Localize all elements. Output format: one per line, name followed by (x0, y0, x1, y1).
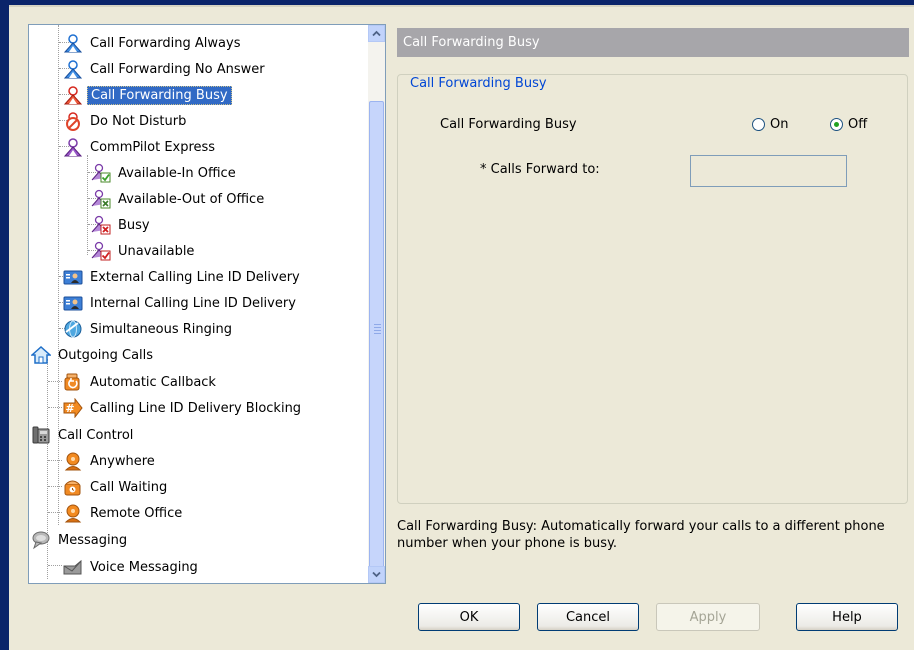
phone-callback-icon (64, 373, 80, 391)
window-title-bar (0, 0, 914, 7)
speech-bubble-icon (32, 531, 50, 550)
tree-item-label: Voice Messaging (90, 559, 198, 575)
group-title: Call Forwarding Busy (406, 76, 551, 91)
setting-label: Call Forwarding Busy (440, 117, 577, 132)
house-icon (31, 345, 51, 364)
tree-category-outgoing-calls[interactable]: Outgoing Calls (31, 343, 156, 367)
tree-category-call-control[interactable]: Call Control (31, 423, 136, 447)
tree-scrollbar[interactable] (368, 25, 385, 583)
unavailable-icon (91, 241, 111, 261)
tree-item-label: Simultaneous Ringing (90, 321, 233, 337)
radio-on[interactable]: On (752, 117, 788, 132)
person-red-icon (63, 86, 83, 105)
phone-waiting-icon (64, 480, 81, 496)
tree-item-label: Call Forwarding No Answer (90, 61, 265, 77)
tree-item-busy[interactable]: Busy (91, 213, 153, 237)
tree-item-internal-calling-line-id-delivery[interactable]: Internal Calling Line ID Delivery (63, 291, 299, 315)
available-out-office-icon (91, 189, 111, 209)
tree-item-label: Busy (118, 217, 150, 233)
chevron-down-icon (372, 571, 381, 578)
tree-item-voice-messaging[interactable]: Voice Messaging (63, 555, 201, 579)
tree-item-label: Automatic Callback (90, 374, 216, 390)
tree-item-label: Internal Calling Line ID Delivery (90, 295, 296, 311)
services-tree[interactable]: Call Forwarding Always Call Forwarding N… (28, 24, 386, 584)
tree-item-label: Call Waiting (90, 479, 168, 495)
hash-arrow-icon: # (63, 398, 83, 418)
radio-on-label: On (770, 117, 789, 132)
tree-item-external-calling-line-id-delivery[interactable]: External Calling Line ID Delivery (63, 265, 303, 289)
tree-item-label: Call Control (58, 427, 134, 443)
tree-item-call-forwarding-always[interactable]: Call Forwarding Always (63, 31, 243, 55)
description-text: Call Forwarding Busy: Automatically forw… (397, 519, 885, 551)
tree-item-simultaneous-ringing[interactable]: Simultaneous Ringing (63, 317, 235, 341)
forward-to-input[interactable] (690, 155, 847, 187)
tree-item-label: Remote Office (90, 505, 183, 521)
forward-to-label: * Calls Forward to: (480, 162, 600, 177)
id-card-icon (63, 296, 83, 311)
tree-item-label: Anywhere (90, 453, 155, 469)
tree-item-label: Calling Line ID Delivery Blocking (90, 400, 302, 416)
tree-item-label: Outgoing Calls (58, 347, 154, 363)
radio-off-label: Off (848, 117, 868, 132)
tree-item-available-in-office[interactable]: Available-In Office (91, 161, 239, 185)
person-blue-icon (63, 60, 83, 79)
tree-item-label: Call Forwarding Busy (87, 85, 232, 105)
tree-item-remote-office[interactable]: Remote Office (63, 501, 185, 525)
settings-group-box (397, 74, 908, 504)
envelope-icon (63, 559, 82, 575)
tree-item-label: Messaging (58, 532, 128, 548)
person-orange-icon (64, 504, 82, 523)
panel-header: Call Forwarding Busy (397, 28, 909, 57)
available-in-office-icon (91, 163, 111, 183)
tree-item-label: Available-Out of Office (118, 191, 265, 207)
do-not-disturb-icon (66, 112, 80, 131)
person-blue-icon (63, 34, 83, 53)
radio-off[interactable]: Off (830, 117, 867, 132)
tree-item-available-out-of-office[interactable]: Available-Out of Office (91, 187, 267, 211)
tree-item-do-not-disturb[interactable]: Do Not Disturb (63, 109, 189, 133)
tree-item-unavailable[interactable]: Unavailable (91, 239, 197, 263)
help-button[interactable]: Help (796, 603, 898, 631)
tree-item-calling-line-id-delivery-blocking[interactable]: # Calling Line ID Delivery Blocking (63, 396, 304, 420)
tree-item-call-waiting[interactable]: Call Waiting (63, 475, 170, 499)
person-purple-icon (63, 138, 83, 157)
tree-item-label: CommPilot Express (90, 139, 216, 155)
id-card-icon (63, 270, 83, 285)
phone-handset-icon (32, 426, 50, 444)
tree-item-commpilot-express[interactable]: CommPilot Express (63, 135, 218, 159)
tree-item-label: Do Not Disturb (90, 113, 187, 129)
ok-button[interactable]: OK (418, 603, 520, 631)
scroll-thumb[interactable] (369, 101, 384, 571)
cancel-button[interactable]: Cancel (537, 603, 639, 631)
busy-icon (91, 215, 111, 235)
scroll-up-button[interactable] (368, 25, 385, 42)
person-orange-icon (64, 452, 82, 471)
chevron-up-icon (372, 30, 381, 37)
tree-category-messaging[interactable]: Messaging (31, 528, 130, 552)
tree-item-label: External Calling Line ID Delivery (90, 269, 300, 285)
tree-item-label: Call Forwarding Always (90, 35, 241, 51)
tree-item-anywhere[interactable]: Anywhere (63, 449, 158, 473)
globe-icon (64, 320, 82, 338)
radio-on-indicator (752, 118, 765, 131)
scroll-down-button[interactable] (368, 566, 385, 583)
svg-text:#: # (65, 402, 74, 415)
tree-item-automatic-callback[interactable]: Automatic Callback (63, 370, 219, 394)
apply-button[interactable]: Apply (656, 603, 760, 631)
window-frame-left (0, 0, 9, 650)
tree-item-call-forwarding-busy[interactable]: Call Forwarding Busy (63, 83, 232, 107)
tree-item-call-forwarding-no-answer[interactable]: Call Forwarding No Answer (63, 57, 268, 81)
radio-off-indicator (830, 118, 843, 131)
tree-item-label: Available-In Office (118, 165, 236, 181)
tree-item-label: Unavailable (118, 243, 195, 259)
